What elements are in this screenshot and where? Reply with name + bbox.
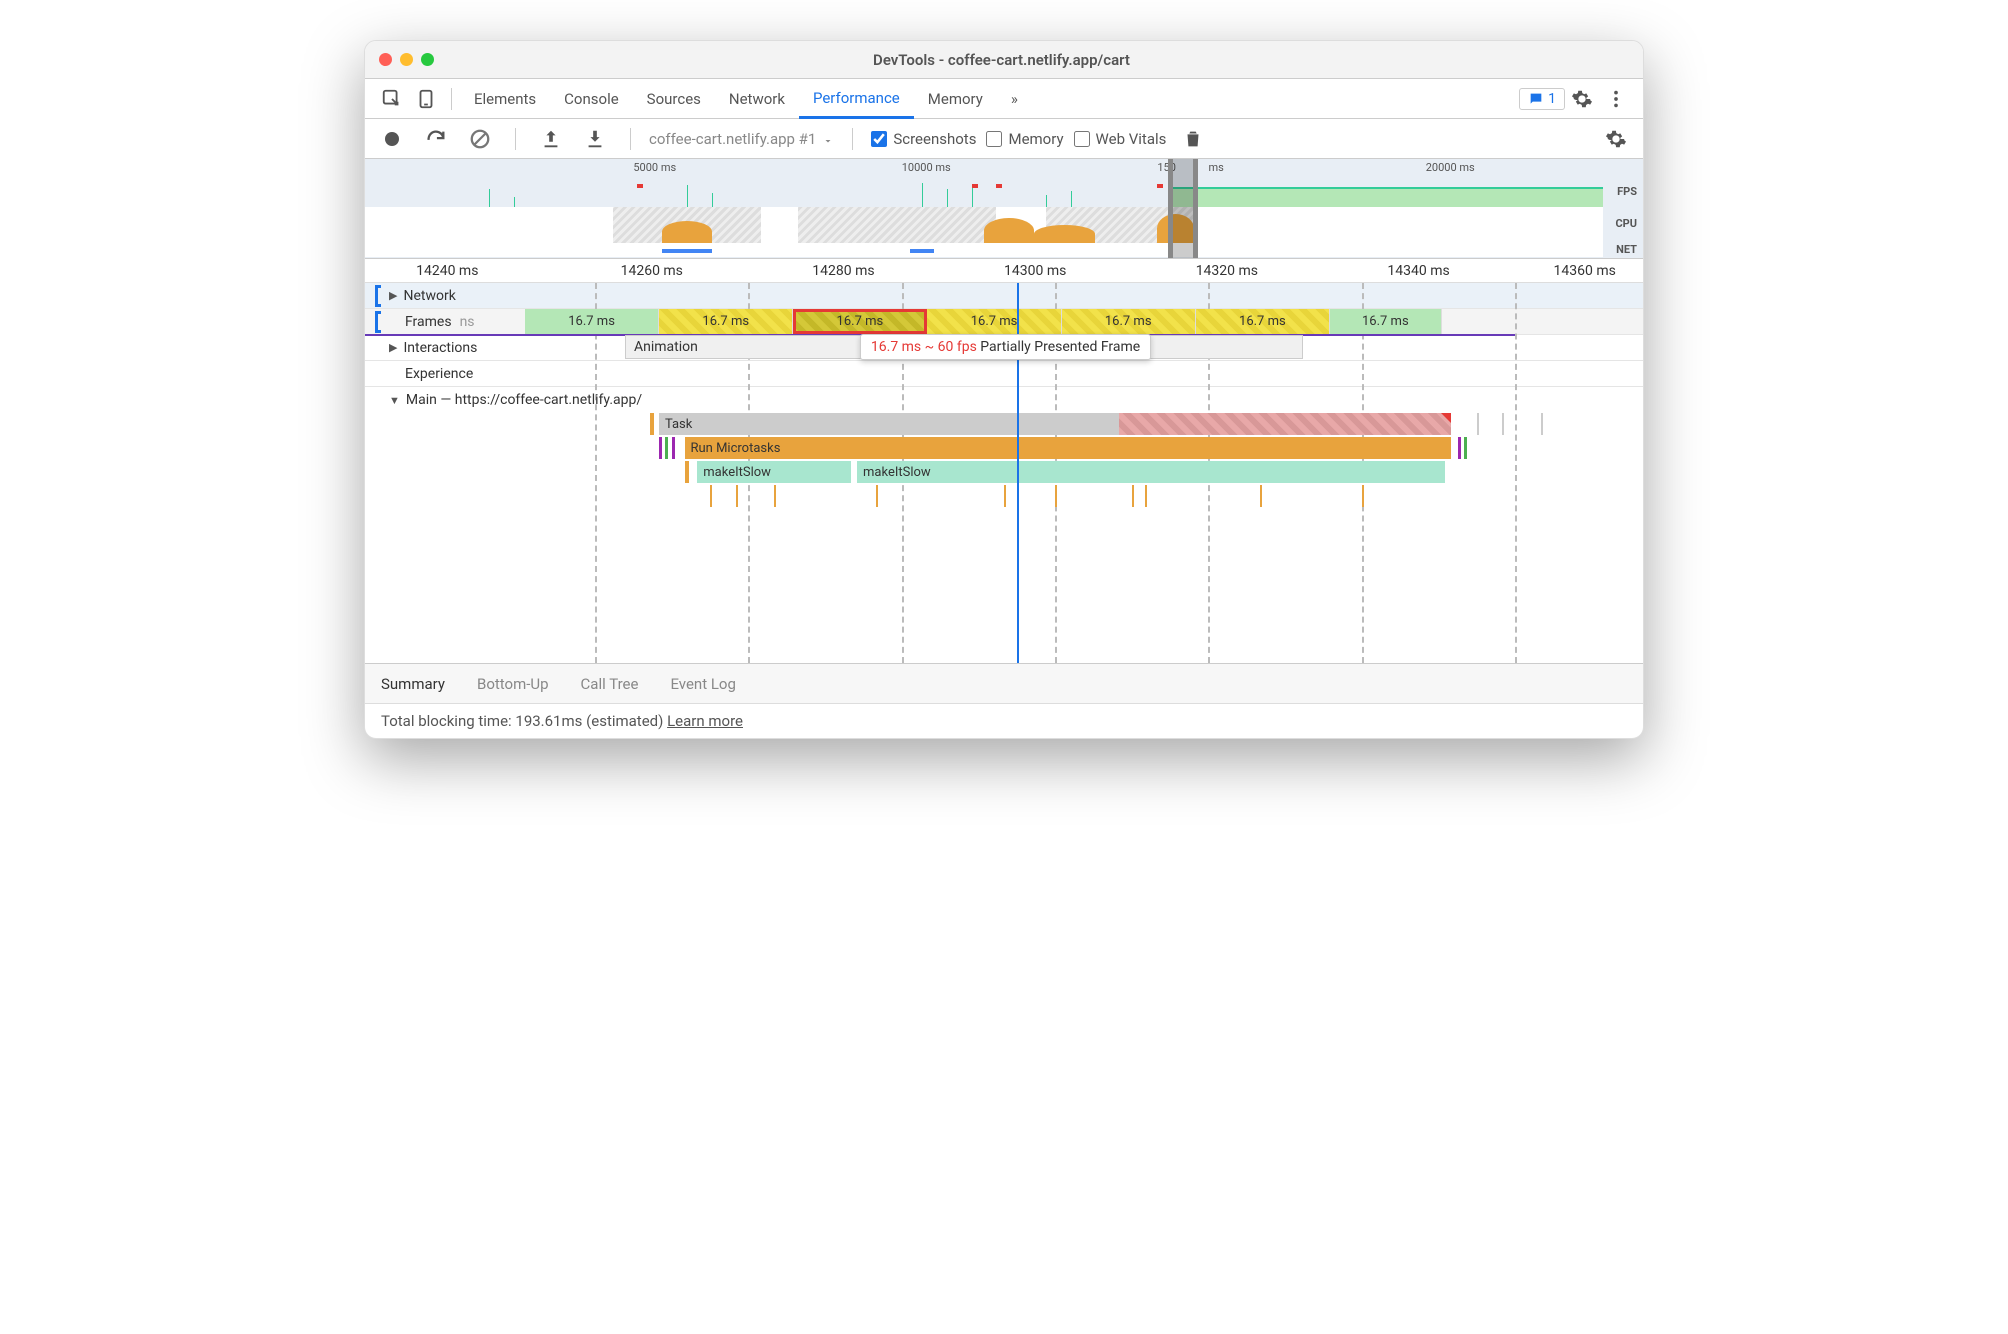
flame-task[interactable]: Task: [659, 413, 1451, 435]
overview-net: [365, 243, 1603, 257]
tabs-overflow[interactable]: »: [997, 79, 1032, 119]
tab-network[interactable]: Network: [715, 79, 799, 119]
chevron-down-icon: [822, 133, 834, 145]
titlebar: DevTools - coffee-cart.netlify.app/cart: [365, 41, 1643, 79]
track-main-header[interactable]: Main — https://coffee-cart.netlify.app/: [365, 387, 1643, 413]
issues-badge[interactable]: 1: [1519, 88, 1565, 110]
inspect-icon[interactable]: [381, 88, 403, 110]
flame-microtasks[interactable]: Run Microtasks: [685, 437, 1452, 459]
frame-item-highlighted[interactable]: 16.7 ms 16.7 ms ~ 60 fps Partially Prese…: [793, 309, 927, 334]
overview-fps: [365, 181, 1603, 207]
frame-item[interactable]: 16.7 ms: [525, 309, 659, 334]
track-network[interactable]: Network: [365, 283, 1643, 309]
tracks-pane[interactable]: Network Framesns 16.7 ms 16.7 ms 16.7 ms…: [365, 283, 1643, 663]
flame-fn[interactable]: makeItSlow: [857, 461, 1445, 483]
tab-elements[interactable]: Elements: [460, 79, 550, 119]
overview-cpu: [365, 207, 1603, 243]
reload-button[interactable]: [425, 128, 447, 150]
flame-fn[interactable]: makeItSlow: [697, 461, 850, 483]
memory-checkbox[interactable]: Memory: [986, 130, 1063, 148]
timeline-ruler[interactable]: 14240 ms 14260 ms 14280 ms 14300 ms 1432…: [365, 259, 1643, 283]
tab-console[interactable]: Console: [550, 79, 633, 119]
panel-tabs: Elements Console Sources Network Perform…: [365, 79, 1643, 119]
devtools-window: DevTools - coffee-cart.netlify.app/cart …: [364, 40, 1644, 739]
download-icon[interactable]: [584, 128, 606, 150]
frames-strip[interactable]: 16.7 ms 16.7 ms 16.7 ms 16.7 ms ~ 60 fps…: [365, 309, 1643, 334]
more-icon[interactable]: [1605, 88, 1627, 110]
tab-memory[interactable]: Memory: [914, 79, 997, 119]
device-icon[interactable]: [415, 88, 437, 110]
overview-pane[interactable]: 5000 ms 10000 ms 150 ms 20000 ms: [365, 159, 1643, 259]
webvitals-checkbox[interactable]: Web Vitals: [1074, 130, 1167, 148]
minimize-icon[interactable]: [400, 53, 413, 66]
window-title: DevTools - coffee-cart.netlify.app/cart: [442, 51, 1561, 69]
track-frames[interactable]: Framesns 16.7 ms 16.7 ms 16.7 ms 16.7 ms…: [365, 309, 1643, 335]
learn-more-link[interactable]: Learn more: [667, 712, 743, 730]
record-button[interactable]: [381, 128, 403, 150]
detail-tabs: Summary Bottom-Up Call Tree Event Log: [365, 663, 1643, 703]
upload-icon[interactable]: [540, 128, 562, 150]
dtab-bottomup[interactable]: Bottom-Up: [477, 675, 549, 693]
tab-performance[interactable]: Performance: [799, 79, 914, 119]
settings-icon[interactable]: [1571, 88, 1593, 110]
blocking-time-footer: Total blocking time: 193.61ms (estimated…: [365, 703, 1643, 738]
capture-settings-icon[interactable]: [1605, 128, 1627, 150]
screenshots-checkbox[interactable]: Screenshots: [871, 130, 976, 148]
frame-item[interactable]: 16.7 ms: [1062, 309, 1196, 334]
trash-icon[interactable]: [1182, 128, 1204, 150]
tab-sources[interactable]: Sources: [633, 79, 715, 119]
track-experience[interactable]: Experience: [365, 361, 1643, 387]
flame-chart[interactable]: Task Run Microtasks makeItSlow makeItS: [365, 413, 1643, 613]
frame-item[interactable]: 16.7 ms: [1196, 309, 1330, 334]
frame-tooltip: 16.7 ms ~ 60 fps Partially Presented Fra…: [860, 334, 1151, 360]
dtab-eventlog[interactable]: Event Log: [670, 675, 735, 693]
dtab-summary[interactable]: Summary: [381, 675, 445, 693]
frame-item[interactable]: 16.7 ms: [1330, 309, 1442, 334]
frame-item[interactable]: 16.7 ms: [659, 309, 793, 334]
clear-button[interactable]: [469, 128, 491, 150]
frame-item[interactable]: 16.7 ms: [927, 309, 1061, 334]
profile-select[interactable]: coffee-cart.netlify.app #1: [649, 130, 834, 148]
dtab-calltree[interactable]: Call Tree: [581, 675, 639, 693]
perf-toolbar: coffee-cart.netlify.app #1 Screenshots M…: [365, 119, 1643, 159]
close-icon[interactable]: [379, 53, 392, 66]
chat-icon: [1528, 91, 1544, 107]
maximize-icon[interactable]: [421, 53, 434, 66]
traffic-lights: [379, 53, 434, 66]
